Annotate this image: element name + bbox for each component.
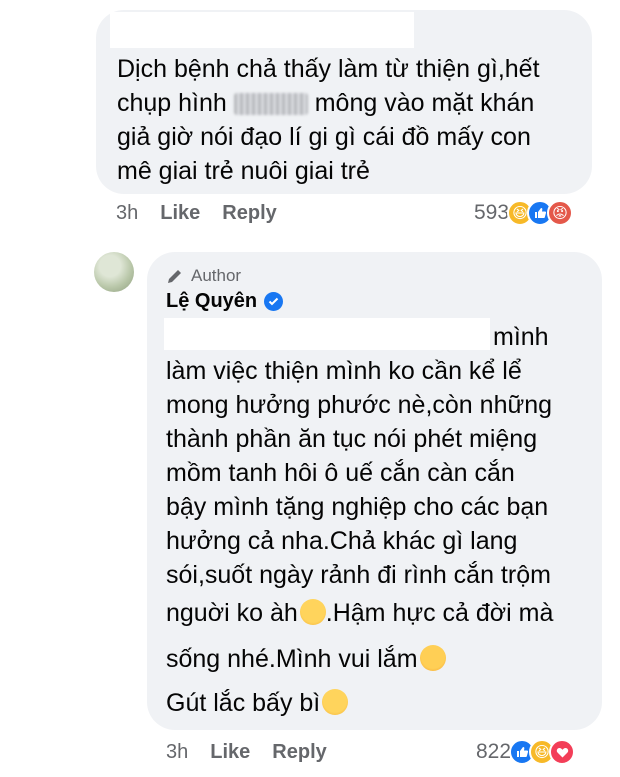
love-icon — [549, 739, 576, 765]
grinning-sweat-emoji-icon — [299, 599, 326, 625]
comment-line: Gút lắc bấy bì — [166, 686, 596, 720]
blurred-word — [233, 93, 308, 116]
avatar[interactable] — [94, 252, 134, 292]
author-tag-label: Author — [191, 266, 242, 285]
comment-line: mình — [493, 323, 549, 351]
comment-line: làm việc thiện mình ko cần kể lể — [166, 357, 522, 385]
comment-line: mồm tanh hôi ô uế cắn càn cắn — [166, 459, 515, 487]
redacted-commenter-name — [110, 12, 414, 48]
reply-button[interactable]: Reply — [272, 741, 326, 764]
timestamp[interactable]: 3h — [116, 202, 138, 225]
comment-line: nguời ko àh .Hậm hực cả đời mà — [166, 599, 554, 627]
redacted-mention — [164, 318, 490, 350]
comment-line: Dịch bệnh chả thấy làm từ thiện gì,hết — [117, 55, 540, 83]
reaction-count: 822 — [476, 740, 512, 763]
comment-line: bậy mình tặng nghiệp cho các bạn — [166, 493, 549, 521]
comment-actions: 3h Like Reply — [166, 741, 349, 764]
author-badge: Author — [166, 266, 241, 286]
like-button[interactable]: Like — [210, 741, 250, 764]
mask-emoji-icon — [322, 689, 349, 715]
reaction-count: 593 — [474, 201, 510, 224]
reaction-summary[interactable]: 822 😆 — [476, 739, 576, 765]
pen-icon — [168, 270, 181, 283]
comment-line: sói,suốt ngày rảnh đi rình cắn trộm — [166, 561, 551, 589]
reply-button[interactable]: Reply — [222, 202, 276, 225]
comment-line: hưởng cả nha.Chả khác gì lang — [166, 527, 518, 555]
comment-line: mê giai trẻ nuôi giai trẻ — [117, 157, 370, 185]
verified-icon — [264, 292, 284, 311]
comment-line: mong hưởng phước nè,còn những — [166, 391, 553, 419]
comment-text: Dịch bệnh chả thấy làm từ thiện gì,hết c… — [117, 52, 577, 188]
comment-line: thành phần ăn tục nói phét miệng — [166, 425, 538, 453]
comment-line: chụp hình mông vào mặt khán — [117, 89, 535, 117]
timestamp[interactable]: 3h — [166, 741, 188, 764]
comment-line: sống nhé.Mình vui lắm — [166, 642, 596, 676]
like-button[interactable]: Like — [160, 202, 200, 225]
comment-line: giả giờ nói đạo lí gi gì cái đồ mấy con — [117, 123, 531, 151]
smiling-hearts-emoji-icon — [419, 645, 446, 671]
comment-actions: 3h Like Reply — [116, 202, 299, 225]
author-name-text[interactable]: Lệ Quyên — [166, 290, 257, 313]
angry-icon: 😡 — [547, 200, 574, 226]
reaction-summary[interactable]: 593 😆 😡 — [474, 200, 574, 226]
author-name[interactable]: Lệ Quyên — [166, 290, 284, 313]
